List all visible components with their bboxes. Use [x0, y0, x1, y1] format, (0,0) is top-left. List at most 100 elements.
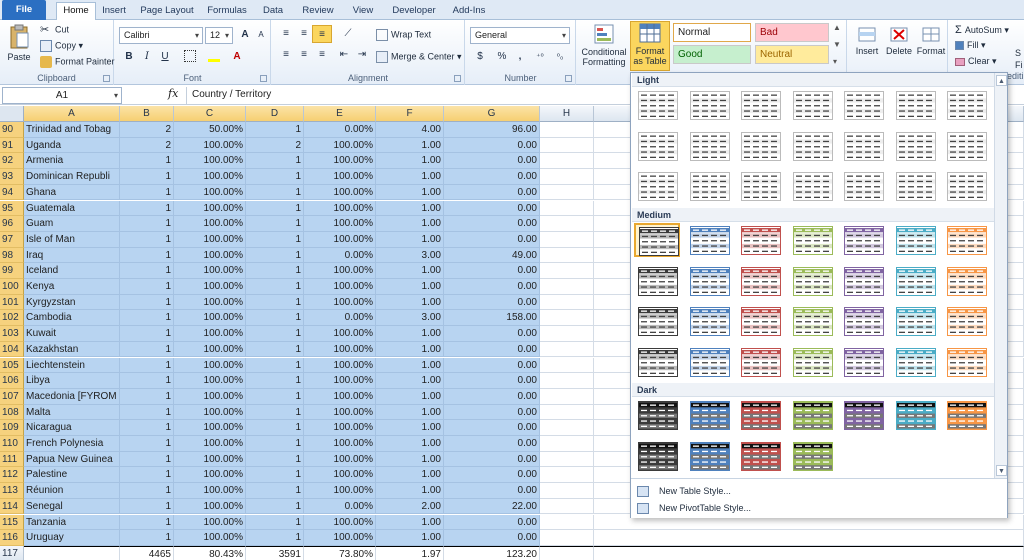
sort-filter-partial[interactable]: S [1015, 48, 1021, 58]
cell-d[interactable]: 1 [246, 231, 304, 248]
cell-f[interactable]: 1.00 [376, 436, 444, 452]
font-size-dropdown[interactable]: 12 [205, 27, 233, 44]
cell-h[interactable] [540, 467, 594, 484]
cell-g[interactable]: 0.00 [444, 514, 540, 531]
table-style-dark-4[interactable] [789, 398, 835, 432]
cell-e[interactable]: 100.00% [304, 200, 376, 217]
table-style-light-14[interactable] [943, 129, 989, 163]
cell-c[interactable]: 100.00% [174, 530, 246, 546]
wrap-text-button[interactable]: Wrap Text [376, 29, 431, 41]
cell-f[interactable]: 2.00 [376, 498, 444, 515]
cell-g[interactable]: 0.00 [444, 184, 540, 201]
cell-e[interactable]: 100.00% [304, 483, 376, 499]
table-style-light-19[interactable] [840, 169, 886, 203]
cell-f[interactable]: 1.00 [376, 467, 444, 484]
cell-f[interactable]: 1.00 [376, 514, 444, 531]
align-middle-button[interactable]: ≡ [294, 25, 314, 43]
cell-e[interactable]: 100.00% [304, 388, 376, 405]
cell-f[interactable]: 1.00 [376, 279, 444, 295]
align-bottom-button[interactable]: ≡ [312, 25, 332, 43]
cell-e[interactable]: 0.00% [304, 247, 376, 264]
row-header[interactable]: 95 [0, 200, 24, 217]
cell-d[interactable]: 1 [246, 483, 304, 499]
cell-h[interactable] [540, 169, 594, 185]
cell-e[interactable]: 100.00% [304, 153, 376, 170]
cell-d[interactable]: 1 [246, 310, 304, 327]
table-style-dark-9[interactable] [686, 439, 732, 473]
cell-d[interactable]: 1 [246, 498, 304, 515]
cell-g[interactable]: 0.00 [444, 326, 540, 342]
cell-a[interactable]: Cambodia [24, 310, 120, 327]
cell-c[interactable]: 100.00% [174, 514, 246, 531]
cell-b[interactable]: 1 [120, 184, 174, 201]
cell-h[interactable] [540, 530, 594, 546]
row-header[interactable]: 109 [0, 420, 24, 436]
align-top-button[interactable]: ≡ [276, 25, 296, 43]
cell-b[interactable]: 1 [120, 200, 174, 217]
cell-g[interactable]: 0.00 [444, 436, 540, 452]
table-style-light-11[interactable] [789, 129, 835, 163]
cell-e[interactable]: 73.80% [304, 545, 376, 560]
cell-e[interactable]: 100.00% [304, 231, 376, 248]
cell-a[interactable]: Tanzania [24, 514, 120, 531]
table-style-medium-14[interactable] [943, 264, 989, 298]
cell-f[interactable]: 1.00 [376, 530, 444, 546]
tab-insert[interactable]: Insert [98, 3, 130, 20]
cell-f[interactable]: 1.00 [376, 294, 444, 311]
table-style-dark-2[interactable] [686, 398, 732, 432]
cell-h[interactable] [540, 373, 594, 389]
cell-b[interactable]: 1 [120, 420, 174, 436]
cell-a[interactable]: Dominican Republi [24, 169, 120, 185]
cell-g[interactable]: 0.00 [444, 357, 540, 374]
cell-e[interactable]: 100.00% [304, 404, 376, 421]
table-style-medium-2[interactable] [686, 223, 732, 257]
cell-a[interactable]: Senegal [24, 498, 120, 515]
cell-e[interactable]: 0.00% [304, 498, 376, 515]
copy-button[interactable]: Copy ▾ [40, 40, 83, 52]
row-header[interactable]: 99 [0, 263, 24, 279]
row-header[interactable]: 116 [0, 530, 24, 546]
table-style-light-1[interactable] [634, 88, 680, 122]
cell-e[interactable]: 100.00% [304, 436, 376, 452]
cell-b[interactable]: 1 [120, 483, 174, 499]
percent-button[interactable]: % [492, 48, 512, 66]
cell-e[interactable]: 100.00% [304, 341, 376, 358]
number-launcher-icon[interactable] [565, 75, 572, 82]
cell-d[interactable]: 2 [246, 137, 304, 154]
paste-button[interactable]: Paste [4, 24, 34, 62]
cell-c[interactable]: 100.00% [174, 483, 246, 499]
row-header[interactable]: 117 [0, 545, 24, 560]
column-header-b[interactable]: B [120, 106, 174, 122]
column-header-f[interactable]: F [376, 106, 444, 122]
cell-e[interactable]: 0.00% [304, 310, 376, 327]
table-style-medium-15[interactable] [634, 304, 680, 338]
decrease-indent-button[interactable]: ⇤ [334, 46, 354, 64]
bold-button[interactable]: B [119, 48, 139, 66]
table-style-medium-8[interactable] [634, 264, 680, 298]
cell-f[interactable]: 1.00 [376, 216, 444, 232]
cell-a[interactable]: Uruguay [24, 530, 120, 546]
table-style-light-18[interactable] [789, 169, 835, 203]
cell-a[interactable]: Kenya [24, 279, 120, 295]
cell-e[interactable]: 100.00% [304, 216, 376, 232]
cell-h[interactable] [540, 263, 594, 279]
cell-h[interactable] [540, 326, 594, 342]
column-header-g[interactable]: G [444, 106, 540, 122]
column-header-e[interactable]: E [304, 106, 376, 122]
cell-h[interactable] [540, 200, 594, 217]
align-right-button[interactable]: ≡ [312, 46, 332, 64]
clear-button[interactable]: Clear ▾ [955, 56, 997, 67]
row-header[interactable]: 94 [0, 184, 24, 201]
cell-d[interactable]: 1 [246, 467, 304, 484]
cell-f[interactable]: 1.00 [376, 357, 444, 374]
cell-c[interactable]: 100.00% [174, 467, 246, 484]
table-style-medium-22[interactable] [634, 345, 680, 379]
cell-c[interactable]: 100.00% [174, 184, 246, 201]
cell-d[interactable]: 1 [246, 263, 304, 279]
cell-e[interactable]: 100.00% [304, 169, 376, 185]
cell-g[interactable]: 0.00 [444, 451, 540, 468]
cell-c[interactable]: 100.00% [174, 294, 246, 311]
cell-b[interactable]: 1 [120, 153, 174, 170]
cell-h[interactable] [540, 122, 594, 138]
tab-data[interactable]: Data [258, 3, 288, 20]
